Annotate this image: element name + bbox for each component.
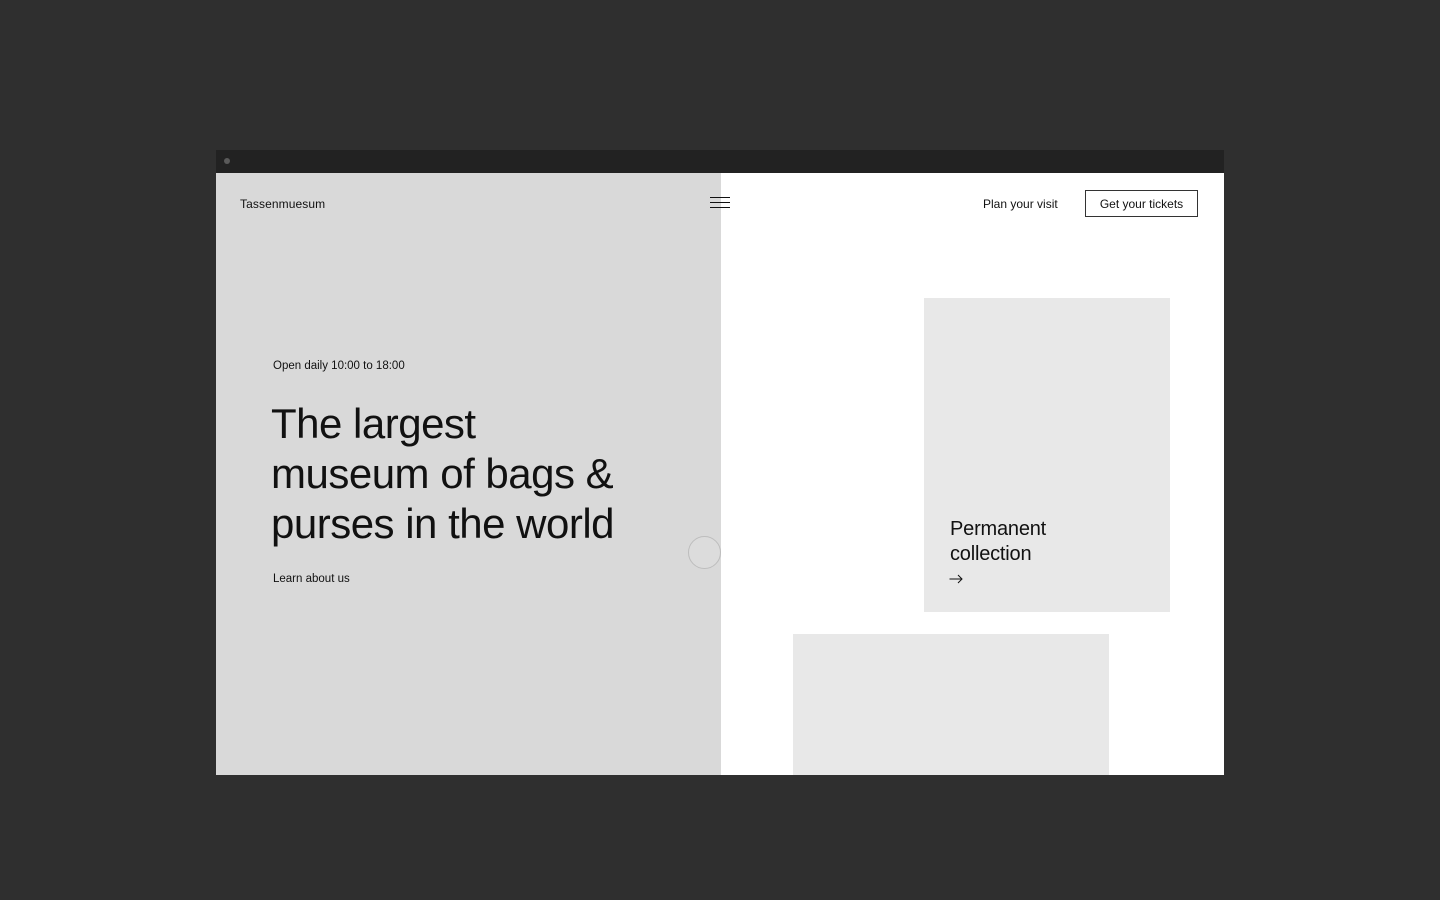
card-title-line: collection [950,543,1032,565]
opening-hours: Open daily 10:00 to 18:00 [273,360,405,372]
window-dot [224,158,230,164]
menu-line [710,207,730,209]
permanent-collection-card[interactable]: Permanent collection [924,298,1170,612]
browser-titlebar [216,150,1224,173]
hamburger-icon[interactable] [708,195,732,211]
menu-line [710,202,730,204]
get-tickets-button[interactable]: Get your tickets [1085,190,1198,217]
drag-handle[interactable] [688,536,721,569]
hero-headline: The largest museum of bags & purses in t… [271,399,691,549]
headline-line: museum of bags & [271,450,614,497]
headline-line: purses in the world [271,500,615,547]
page-viewport: Tassenmuesum Open daily 10:00 to 18:00 T… [216,173,1224,775]
headline-line: The largest [271,400,476,447]
hero-panel: Tassenmuesum Open daily 10:00 to 18:00 T… [216,173,721,775]
browser-window: Tassenmuesum Open daily 10:00 to 18:00 T… [216,150,1224,775]
arrow-right-icon [949,574,963,584]
learn-about-us-link[interactable]: Learn about us [273,573,350,585]
collection-card-secondary[interactable] [793,634,1109,775]
card-title: Permanent collection [950,517,1100,567]
brand-logo[interactable]: Tassenmuesum [240,197,325,211]
menu-line [710,197,730,199]
card-title-line: Permanent [950,518,1047,540]
nav-plan-visit[interactable]: Plan your visit [983,197,1058,211]
